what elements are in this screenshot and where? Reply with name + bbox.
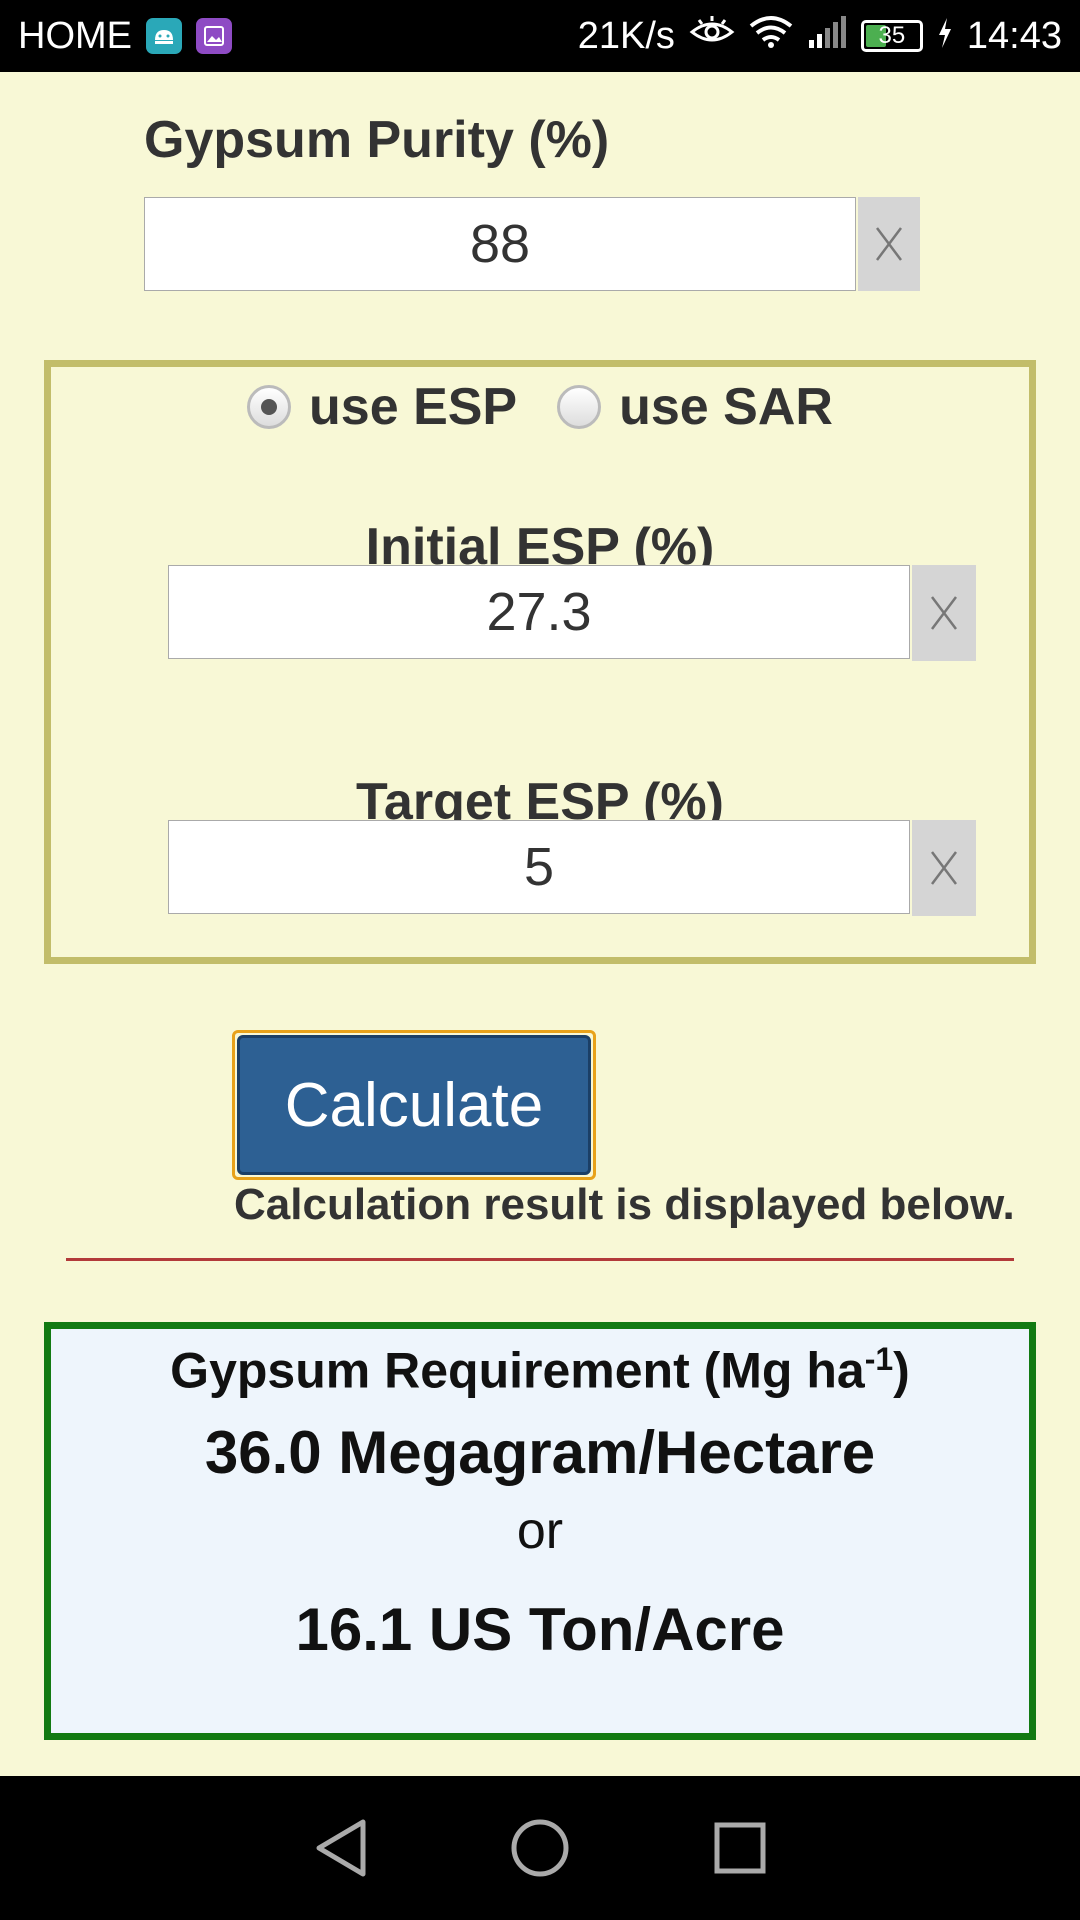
result-metric: 36.0 Megagram/Hectare xyxy=(204,1418,876,1486)
wifi-icon xyxy=(749,14,793,58)
back-button[interactable] xyxy=(305,1813,375,1883)
calculate-focus-ring: Calculate xyxy=(232,1030,596,1180)
gypsum-purity-label: Gypsum Purity (%) xyxy=(144,111,610,169)
calculation-note: Calculation result is displayed below. xyxy=(234,1180,1015,1229)
esp-sar-panel: use ESP use SAR Initial ESP (%) 27.3 Tar… xyxy=(44,360,1036,964)
initial-esp-clear-button[interactable] xyxy=(912,565,976,661)
recents-square-icon xyxy=(714,1822,766,1874)
result-title-sup: -1 xyxy=(864,1341,894,1377)
net-speed: 21K/s xyxy=(577,14,675,57)
home-button[interactable] xyxy=(505,1813,575,1883)
result-us: 16.1 US Ton/Acre xyxy=(295,1595,785,1663)
radio-use-esp[interactable]: use ESP xyxy=(247,377,517,437)
result-title: Gypsum Requirement (Mg ha-1) xyxy=(51,1341,1029,1400)
recents-button[interactable] xyxy=(705,1813,775,1883)
mode-radio-group: use ESP use SAR xyxy=(51,377,1029,437)
close-icon xyxy=(876,227,902,261)
navigation-bar xyxy=(0,1776,1080,1920)
close-icon xyxy=(931,851,957,885)
radio-use-esp-label: use ESP xyxy=(309,378,518,436)
radio-use-sar-label: use SAR xyxy=(619,378,833,436)
clock: 14:43 xyxy=(966,14,1062,57)
result-panel: Gypsum Requirement (Mg ha-1) 36.0 Megagr… xyxy=(44,1322,1036,1740)
back-triangle-icon xyxy=(316,1819,366,1877)
close-icon xyxy=(931,596,957,630)
divider xyxy=(66,1258,1014,1261)
android-app-icon xyxy=(146,18,182,54)
result-title-main: Gypsum Requirement (Mg ha xyxy=(170,1342,865,1399)
home-label: HOME xyxy=(18,14,132,57)
app-content: Gypsum Purity (%) 88 use ESP use SAR Ini… xyxy=(0,72,1080,1776)
charging-icon xyxy=(937,15,953,58)
initial-esp-input[interactable]: 27.3 xyxy=(168,565,910,659)
target-esp-clear-button[interactable] xyxy=(912,820,976,916)
gallery-app-icon xyxy=(196,18,232,54)
radio-button-selected[interactable] xyxy=(247,385,292,429)
signal-icon xyxy=(807,15,847,58)
status-bar: HOME 21K/s 35 14:43 xyxy=(0,0,1080,72)
calculate-button[interactable]: Calculate xyxy=(237,1035,591,1175)
result-or: or xyxy=(516,1501,564,1560)
eye-icon xyxy=(689,14,735,58)
battery-level: 35 xyxy=(878,22,906,49)
gypsum-purity-input[interactable]: 88 xyxy=(144,197,856,291)
gypsum-purity-clear-button[interactable] xyxy=(858,197,920,291)
radio-button[interactable] xyxy=(557,385,602,429)
battery-icon: 35 xyxy=(860,20,923,52)
radio-use-sar[interactable]: use SAR xyxy=(557,377,833,437)
home-circle-icon xyxy=(511,1819,569,1877)
target-esp-input[interactable]: 5 xyxy=(168,820,910,914)
result-title-end: ) xyxy=(893,1342,910,1399)
